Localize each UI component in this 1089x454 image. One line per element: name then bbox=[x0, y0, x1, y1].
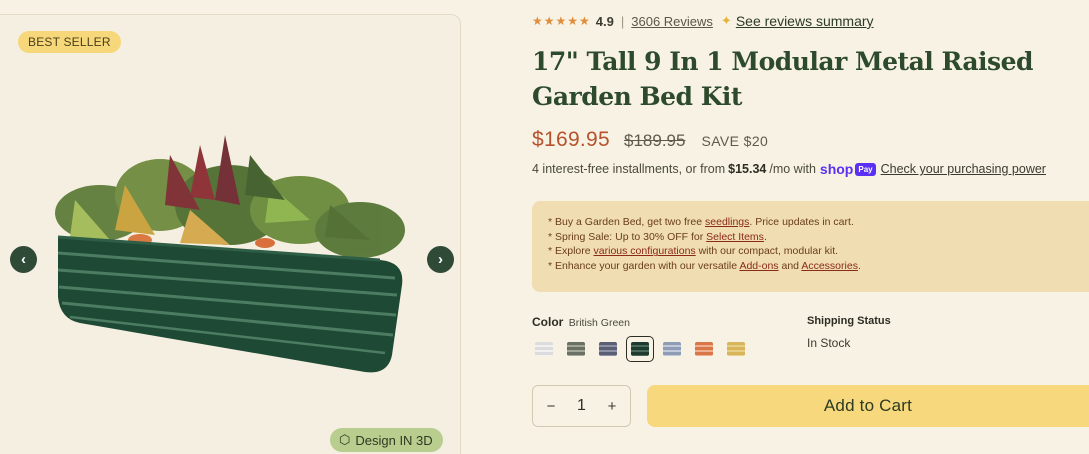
sparkle-icon: ✦ bbox=[720, 13, 732, 28]
promo-text: and bbox=[778, 260, 802, 273]
promo-box: * Buy a Garden Bed, get two free seedlin… bbox=[532, 201, 1089, 292]
promo-line: * Explore various configurations with ou… bbox=[548, 244, 1089, 259]
product-image[interactable] bbox=[40, 125, 430, 395]
swatch-pattern bbox=[727, 342, 745, 356]
product-gallery: BEST SELLER ‹ › ⬡ Design IN 3D bbox=[0, 14, 461, 454]
color-swatches bbox=[532, 336, 748, 362]
swatch-pattern bbox=[567, 342, 585, 356]
color-swatch-pale-blue[interactable] bbox=[660, 338, 684, 360]
promo-line: * Spring Sale: Up to 30% OFF for Select … bbox=[548, 230, 1089, 245]
promo-text: * Enhance your garden with our versatile bbox=[548, 260, 740, 273]
configurations-link[interactable]: various configurations bbox=[594, 245, 696, 257]
sale-price: $169.95 bbox=[532, 128, 611, 151]
rating-value: 4.9 bbox=[595, 13, 614, 29]
best-seller-badge: BEST SELLER bbox=[18, 31, 121, 53]
quantity-stepper: − 1 + bbox=[532, 385, 631, 427]
design-in-3d-button[interactable]: ⬡ Design IN 3D bbox=[330, 428, 443, 452]
chevron-left-icon: ‹ bbox=[21, 251, 26, 268]
chevron-right-icon: › bbox=[438, 251, 443, 268]
purchasing-power-link[interactable]: Check your purchasing power bbox=[881, 162, 1046, 176]
color-swatch-olive-gray[interactable] bbox=[564, 338, 588, 360]
savings-label: SAVE $20 bbox=[701, 133, 769, 149]
add-to-cart-button[interactable]: Add to Cart bbox=[647, 385, 1089, 427]
color-label: Color British Green bbox=[532, 315, 630, 329]
increase-quantity-button[interactable]: + bbox=[602, 398, 622, 415]
next-image-button[interactable]: › bbox=[427, 246, 454, 273]
quantity-value[interactable]: 1 bbox=[577, 397, 586, 415]
shop-pay-chip: Pay bbox=[855, 162, 876, 176]
promo-text: . bbox=[857, 260, 861, 273]
swatch-pattern bbox=[535, 342, 553, 356]
swatch-pattern bbox=[599, 342, 617, 356]
swatch-pattern bbox=[631, 342, 649, 356]
installments-row: 4 interest-free installments, or from $1… bbox=[532, 161, 1046, 177]
reviews-link[interactable]: 3606 Reviews bbox=[631, 14, 713, 29]
swatch-pattern bbox=[695, 342, 713, 356]
shop-pay-logo: shop bbox=[819, 161, 854, 177]
swatch-pattern bbox=[663, 342, 681, 356]
promo-text: * Spring Sale: Up to 30% OFF for bbox=[548, 230, 707, 243]
shipping-status-value: In Stock bbox=[807, 336, 851, 350]
cube-icon: ⬡ bbox=[339, 432, 351, 447]
promo-text: * Explore bbox=[548, 245, 594, 258]
original-price: $189.95 bbox=[624, 131, 686, 150]
star-rating-icon: ★★★★★ bbox=[532, 14, 591, 28]
product-title: 17" Tall 9 In 1 Modular Metal Raised Gar… bbox=[532, 47, 1034, 111]
rating-separator: | bbox=[620, 13, 625, 29]
garden-bed bbox=[57, 235, 403, 373]
installments-amount: $15.34 bbox=[728, 162, 767, 176]
prev-image-button[interactable]: ‹ bbox=[10, 246, 37, 273]
promo-text: * Buy a Garden Bed, get two free bbox=[548, 216, 706, 228]
color-swatch-slate-blue[interactable] bbox=[596, 338, 620, 360]
color-swatch-gold[interactable] bbox=[724, 338, 748, 360]
color-label-text: Color bbox=[532, 315, 564, 329]
color-swatch-orange[interactable] bbox=[692, 338, 716, 360]
select-items-link[interactable]: Select Items bbox=[706, 231, 764, 243]
seedlings-link[interactable]: seedlings bbox=[705, 216, 749, 228]
color-swatch-light-gray[interactable] bbox=[532, 338, 556, 360]
product-info: ★★★★★ 4.9 | 3606 Reviews ✦ See reviews s… bbox=[532, 0, 1089, 454]
shipping-status-label: Shipping Status bbox=[807, 315, 891, 327]
promo-text: . Price updates in cart. bbox=[749, 216, 854, 228]
promo-line: * Enhance your garden with our versatile… bbox=[548, 259, 1089, 274]
installments-suffix: /mo with bbox=[769, 162, 816, 176]
price-row: $169.95 $189.95 SAVE $20 bbox=[532, 128, 768, 152]
decrease-quantity-button[interactable]: − bbox=[541, 398, 561, 415]
promo-text: . bbox=[763, 230, 767, 243]
accessories-link[interactable]: Accessories bbox=[801, 260, 858, 272]
reviews-summary-link[interactable]: See reviews summary bbox=[736, 13, 874, 29]
color-value: British Green bbox=[568, 317, 630, 329]
promo-line: * Buy a Garden Bed, get two free seedlin… bbox=[548, 215, 1089, 230]
installments-text: 4 interest-free installments, or from bbox=[532, 162, 726, 176]
color-swatch-british-green[interactable] bbox=[626, 336, 654, 362]
add-to-cart-label: Add to Cart bbox=[823, 396, 913, 415]
promo-text: with our compact, modular kit. bbox=[695, 245, 839, 258]
add-ons-link[interactable]: Add-ons bbox=[739, 260, 778, 272]
design-in-3d-label: Design IN 3D bbox=[355, 432, 433, 448]
rating-row: ★★★★★ 4.9 | 3606 Reviews ✦ See reviews s… bbox=[532, 13, 874, 29]
